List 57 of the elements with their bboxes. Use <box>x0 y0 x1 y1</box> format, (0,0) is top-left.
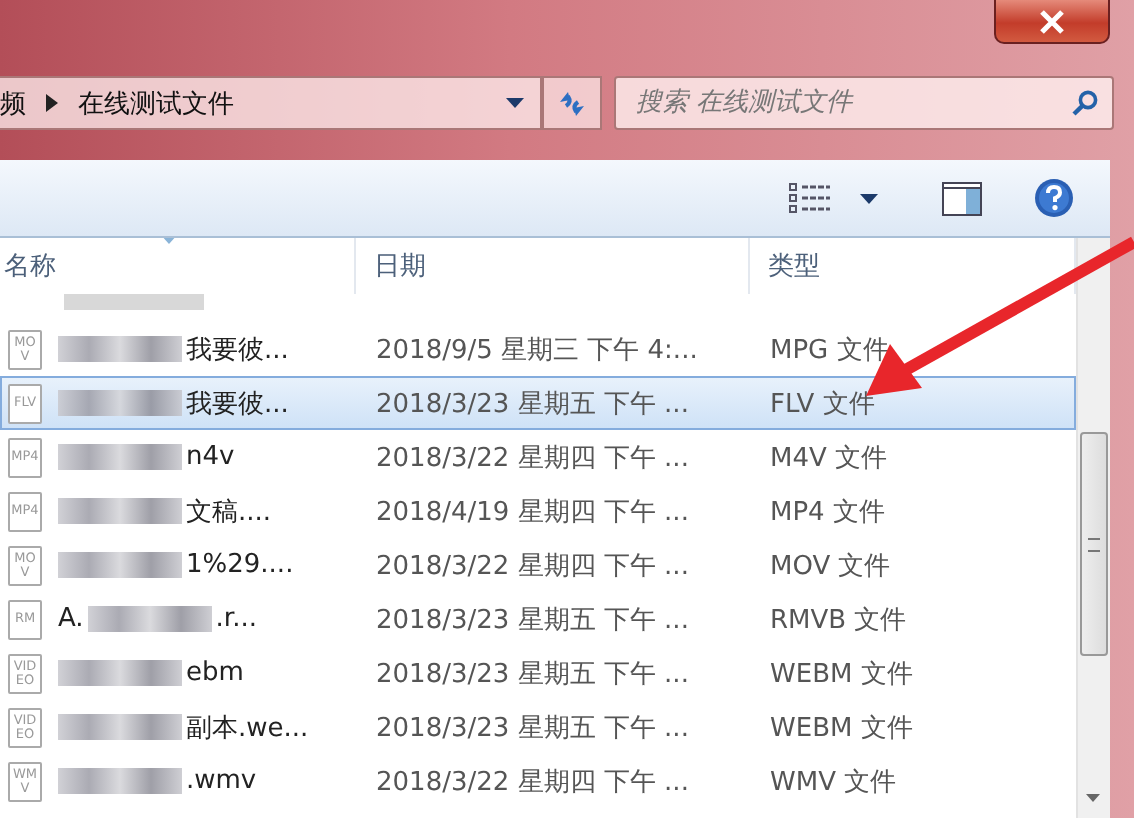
refresh-button[interactable] <box>542 76 602 130</box>
vertical-scrollbar[interactable] <box>1076 238 1110 818</box>
breadcrumb-arrow-icon <box>46 94 58 112</box>
blurred-name-block <box>58 444 182 470</box>
type-cell-text: MOV 文件 <box>768 549 893 583</box>
scroll-down-arrow-icon[interactable] <box>1086 794 1100 802</box>
type-cell-text: FLV 文件 <box>768 387 877 421</box>
date-cell-text: 2018/4/19 星期四 下午 ... <box>374 495 691 529</box>
dropdown-caret-icon[interactable] <box>860 193 878 203</box>
date-cell-text: 2018/3/22 星期四 下午 ... <box>374 549 691 583</box>
file-name-fragment: .r... <box>215 604 257 634</box>
type-cell-text: WEBM 文件 <box>768 657 915 691</box>
column-header[interactable]: 日期 <box>356 238 750 294</box>
help-icon[interactable] <box>1034 178 1074 218</box>
file-name-fragment: 文稿.... <box>186 495 272 529</box>
type-cell-text: MP4 文件 <box>768 495 887 529</box>
file-name-fragment: ebm <box>186 658 244 688</box>
file-name-fragment: A. <box>58 604 84 634</box>
date-cell-text: 2018/3/23 星期五 下午 ... <box>374 387 691 421</box>
type-cell-text: MPG 文件 <box>768 333 891 367</box>
scrollbar-thumb[interactable] <box>1080 432 1108 656</box>
date-cell-text: 2018/3/22 星期四 下午 ... <box>374 765 691 799</box>
type-cell-text: M4V 文件 <box>768 441 890 475</box>
date-cell-text: 2018/3/23 星期五 下午 ... <box>374 657 691 691</box>
search-icon <box>1072 90 1098 116</box>
file-name-fragment: 1%29.... <box>186 550 294 580</box>
date-cell-text: 2018/3/22 星期四 下午 ... <box>374 441 691 475</box>
dropdown-caret-icon[interactable] <box>506 98 524 108</box>
blurred-row-fragment <box>64 294 204 310</box>
blurred-name-block <box>58 390 182 416</box>
blurred-name-block <box>58 714 182 740</box>
date-cell-text: 2018/3/23 星期五 下午 ... <box>374 711 691 745</box>
blurred-name-block <box>58 660 182 686</box>
blurred-name-block <box>58 336 182 362</box>
file-name-fragment: .wmv <box>186 766 257 796</box>
breadcrumb-item[interactable]: 频 <box>0 85 26 121</box>
close-button[interactable] <box>994 0 1110 44</box>
file-name-fragment: 我要彼... <box>186 333 289 367</box>
file-name-fragment: 我要彼... <box>186 387 289 421</box>
blurred-name-block <box>87 606 212 632</box>
file-name-fragment: n4v <box>186 442 235 472</box>
breadcrumb-item[interactable]: 在线测试文件 <box>78 85 234 121</box>
address-bar[interactable]: 频 在线测试文件 <box>0 76 542 130</box>
date-cell-text: 2018/3/23 星期五 下午 ... <box>374 603 691 637</box>
type-cell-text: WEBM 文件 <box>768 711 915 745</box>
blurred-name-block <box>58 768 182 794</box>
blurred-name-block <box>58 552 182 578</box>
date-cell-text: 2018/9/5 星期三 下午 4:... <box>374 333 700 367</box>
refresh-arrows-icon <box>556 87 588 119</box>
type-cell-text: RMVB 文件 <box>768 603 909 637</box>
file-name-fragment: 副本.we... <box>186 711 309 745</box>
blurred-name-block <box>58 498 182 524</box>
list-view-icon[interactable] <box>788 182 832 214</box>
close-icon <box>1038 9 1066 33</box>
preview-pane-icon[interactable] <box>942 181 982 215</box>
search-field[interactable]: 搜索 在线测试文件 <box>614 76 1114 130</box>
type-cell-text: WMV 文件 <box>768 765 899 799</box>
